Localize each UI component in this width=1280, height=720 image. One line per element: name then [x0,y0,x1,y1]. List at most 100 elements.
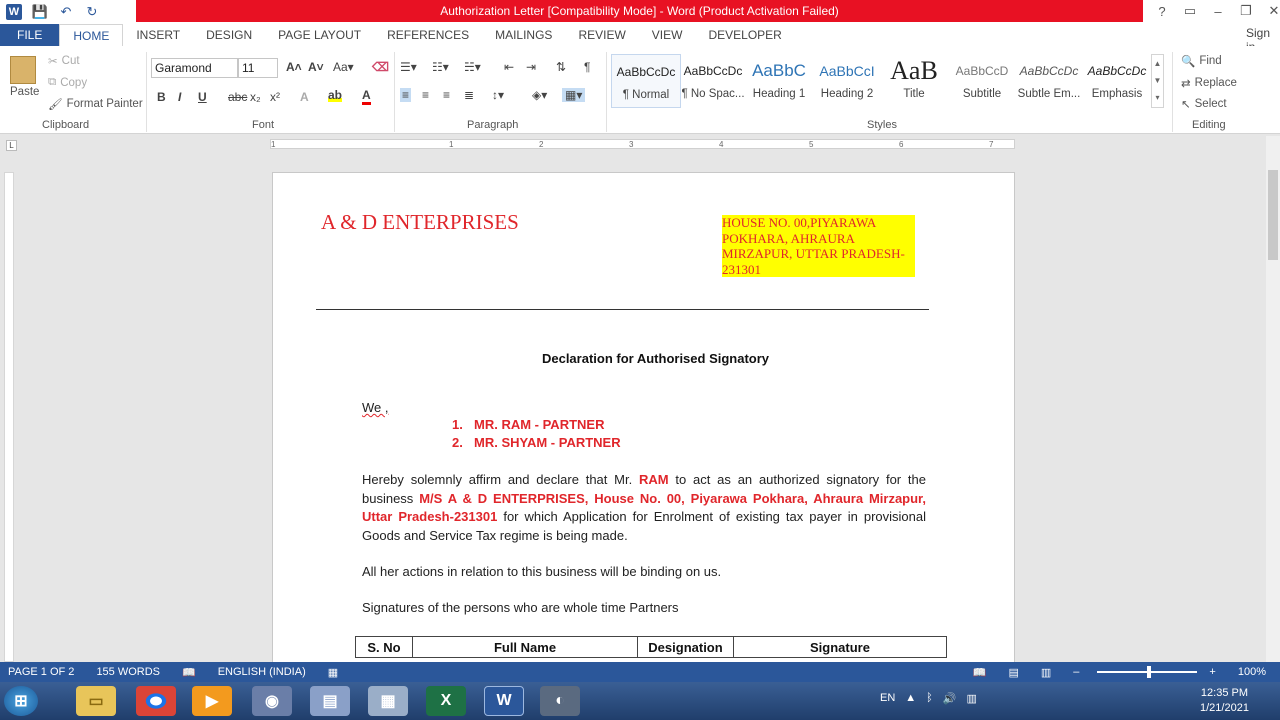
font-size-box[interactable]: 11 [238,58,278,78]
replace-button[interactable]: ⇄ Replace [1181,76,1237,90]
text-effects-icon[interactable]: A [300,90,309,104]
document-page[interactable]: A & D ENTERPRISES HOUSE NO. 00,PIYARAWA … [272,172,1015,672]
borders-icon[interactable]: ▦▾ [562,88,586,102]
read-mode-icon[interactable]: 📖 [973,666,987,679]
tray-arrow-icon[interactable]: ▲ [905,692,916,705]
style-normal[interactable]: AaBbCcDc ¶ Normal [611,54,681,108]
grow-font-icon[interactable]: A˄ [286,60,302,74]
network-icon[interactable]: ▥ [966,692,976,705]
redo-icon[interactable]: ↻ [84,4,100,20]
ribbon-display-button[interactable]: ▭ [1176,3,1204,19]
underline-icon[interactable]: U [198,90,207,104]
bullets-icon[interactable]: ☰▾ [400,60,417,74]
tab-selector-icon[interactable]: L [6,140,17,151]
excel-icon[interactable]: X [426,686,466,716]
increase-indent-icon[interactable]: ⇥ [526,60,536,74]
style-heading-1[interactable]: AaBbC Heading 1 [744,54,814,108]
clear-formatting-icon[interactable]: ⌫ [372,60,389,74]
multilevel-list-icon[interactable]: ☵▾ [464,60,481,74]
language-indicator[interactable]: ENGLISH (INDIA) [218,666,306,678]
superscript-icon[interactable]: x² [270,90,280,104]
find-button[interactable]: 🔍 Find [1181,54,1222,68]
style-subtitle[interactable]: AaBbCcD Subtitle [947,54,1017,108]
word-count[interactable]: 155 WORDS [96,666,160,678]
vertical-ruler[interactable] [4,172,14,662]
shading-icon[interactable]: ◈▾ [532,88,547,102]
zoom-slider[interactable] [1097,666,1198,678]
tab-references[interactable]: REFERENCES [374,24,482,46]
styles-scroll-icon[interactable]: ▲ ▼ ▾ [1151,54,1164,108]
align-left-icon[interactable]: ≡ [400,88,412,102]
align-right-icon[interactable]: ≡ [443,88,450,102]
justify-icon[interactable]: ≣ [464,88,474,102]
bluetooth-icon[interactable]: ᛒ [926,692,933,705]
style-no-spacing[interactable]: AaBbCcDc ¶ No Spac... [678,54,748,108]
numbering-icon[interactable]: ☷▾ [432,60,449,74]
zoom-in-icon[interactable]: + [1209,666,1215,678]
recorder-icon[interactable]: ◐ [540,686,580,716]
style-subtle-emphasis[interactable]: AaBbCcDc Subtle Em... [1014,54,1084,108]
save-icon[interactable]: 💾 [32,4,48,20]
style-emphasis[interactable]: AaBbCcDc Emphasis [1082,54,1152,108]
tab-design[interactable]: DESIGN [193,24,265,46]
cut-button[interactable]: ✂ Cut [48,54,80,68]
shrink-font-icon[interactable]: A˅ [308,60,324,74]
tab-view[interactable]: VIEW [639,24,696,46]
undo-icon[interactable]: ↶ [58,4,74,20]
proofing-icon[interactable]: 📖 [182,666,196,679]
clock[interactable]: 12:35 PM 1/21/2021 [1200,686,1249,716]
start-button[interactable]: ⊞ [4,686,38,716]
horizontal-ruler[interactable]: 1 1 2 3 4 5 6 7 [270,139,1015,149]
language-indicator-tray[interactable]: EN [880,692,895,705]
subscript-icon[interactable]: x₂ [250,90,261,104]
volume-icon[interactable]: 🔊 [943,692,957,705]
zoom-slider-handle[interactable] [1147,666,1152,678]
decrease-indent-icon[interactable]: ⇤ [504,60,514,74]
close-button[interactable]: ✕ [1260,3,1280,19]
bold-icon[interactable]: B [157,90,166,104]
style-heading-2[interactable]: AaBbCcI Heading 2 [812,54,882,108]
paste-icon[interactable] [10,56,36,84]
network-app-icon[interactable]: ▤ [310,686,350,716]
strikethrough-icon[interactable]: abc [228,90,247,104]
word-logo-icon[interactable]: W [6,4,22,20]
web-layout-icon[interactable]: ▥ [1041,666,1051,679]
help-button[interactable]: ? [1148,4,1176,19]
tab-home[interactable]: HOME [59,24,124,46]
print-layout-icon[interactable]: ▤ [1008,666,1018,679]
app-icon[interactable]: ◉ [252,686,292,716]
line-spacing-icon[interactable]: ↕▾ [492,88,504,102]
zoom-out-icon[interactable]: – [1073,666,1079,678]
italic-icon[interactable]: I [178,90,181,104]
minimize-button[interactable]: – [1204,4,1232,19]
font-name-box[interactable]: Garamond [151,58,238,78]
explorer-icon[interactable]: ▭ [76,686,116,716]
tab-page-layout[interactable]: PAGE LAYOUT [265,24,374,46]
change-case-icon[interactable]: Aa▾ [333,60,354,74]
macro-icon[interactable]: ▦ [328,666,338,679]
select-button[interactable]: ↖ Select [1181,97,1227,111]
tab-review[interactable]: REVIEW [565,24,638,46]
restore-button[interactable]: ❐ [1232,3,1260,19]
format-painter-button[interactable]: 🖌 Format Painter [48,97,143,111]
word-taskbar-icon[interactable]: W [484,686,524,716]
align-center-icon[interactable]: ≡ [422,88,429,102]
sort-icon[interactable]: ⇅ [556,60,566,74]
tab-mailings[interactable]: MAILINGS [482,24,565,46]
tab-file[interactable]: FILE [0,24,60,46]
media-player-icon[interactable]: ▶ [192,686,232,716]
tab-developer[interactable]: DEVELOPER [695,24,794,46]
pilcrow-icon[interactable]: ¶ [584,60,590,74]
calculator-icon[interactable]: ▦ [368,686,408,716]
zoom-level[interactable]: 100% [1238,666,1266,678]
chrome-icon[interactable] [136,686,176,716]
highlight-icon[interactable]: ab [328,88,343,102]
page-count[interactable]: PAGE 1 OF 2 [8,666,74,678]
tab-insert[interactable]: INSERT [123,24,193,46]
copy-button[interactable]: ⧉ Copy [48,76,87,89]
scrollbar-thumb[interactable] [1268,170,1278,260]
style-name: Emphasis [1091,88,1143,100]
paste-button[interactable]: Paste [10,86,39,98]
font-color-icon[interactable]: A [362,88,371,105]
style-title[interactable]: AaB Title [879,54,949,108]
